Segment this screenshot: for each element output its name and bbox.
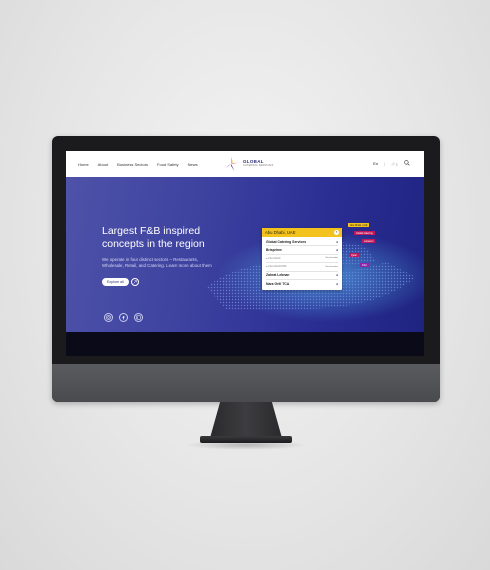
location-item[interactable]: Brisprime ● [266, 246, 338, 255]
location-title: Abu Dhabi, UAE [265, 230, 296, 235]
location-item-sub: ● Abu DHUF [266, 256, 281, 260]
nav-link-home[interactable]: Home [78, 162, 89, 167]
hero-section: Largest F&B inspired concepts in the reg… [66, 177, 424, 332]
close-icon[interactable]: × [334, 230, 339, 235]
location-item-name: Global Catering Services [266, 239, 307, 244]
instagram-icon[interactable] [104, 313, 113, 322]
nav-links: Home About Business Sectors Food Safety … [66, 162, 198, 167]
facebook-icon[interactable] [119, 313, 128, 322]
search-icon[interactable] [404, 160, 410, 166]
hero-description: We operate in four distinct sectors – Re… [102, 257, 212, 269]
brand-logo[interactable]: GLOBAL CATERING SERVICES [222, 155, 273, 173]
hero-title: Largest F&B inspired concepts in the reg… [102, 225, 205, 250]
view-location-link[interactable]: View location [325, 266, 338, 268]
pin-icon: ● [335, 239, 338, 244]
location-item[interactable]: ● Abu DHAR RNF View location [266, 263, 338, 272]
map-tag[interactable]: KSA [360, 263, 369, 268]
nav-link-food-safety[interactable]: Food Safety [157, 162, 179, 167]
linkedin-icon[interactable] [134, 313, 143, 322]
nav-link-about[interactable]: About [98, 162, 108, 167]
location-item[interactable]: Nara Grill TCA ● [266, 280, 338, 288]
site-navbar: Home About Business Sectors Food Safety … [66, 151, 424, 177]
pin-icon: ● [335, 282, 338, 287]
monitor-stand [210, 402, 282, 438]
location-popup-header: Abu Dhabi, UAE × [262, 228, 342, 237]
map-tag[interactable]: Global Catering [354, 231, 375, 236]
location-list: Global Catering Services ● Brisprime ● ●… [262, 237, 342, 289]
location-item[interactable]: ● Abu DHUF View location [266, 255, 338, 264]
monitor-screen: Home About Business Sectors Food Safety … [66, 151, 424, 356]
explore-all-button[interactable]: Explore all [102, 277, 139, 287]
nav-utilities: En | ع ك [373, 160, 410, 166]
language-separator: | [384, 160, 386, 166]
nav-link-business-sectors[interactable]: Business Sectors [117, 162, 148, 167]
screen-lower-area [66, 332, 424, 356]
language-arabic[interactable]: ع ك [391, 161, 398, 166]
map-tag[interactable]: Qatar [349, 253, 359, 258]
explore-all-label: Explore all [102, 278, 129, 286]
pin-icon: ● [335, 273, 338, 278]
view-location-link[interactable]: View location [325, 257, 338, 259]
location-item-name: Nara Grill TCA [266, 282, 290, 287]
map-tag[interactable]: Lebanon [362, 239, 376, 244]
scene: Home About Business Sectors Food Safety … [0, 0, 490, 570]
location-item[interactable]: Global Catering Services ● [266, 238, 338, 247]
monitor-chin [52, 364, 440, 402]
location-popup: Abu Dhabi, UAE × Global Catering Service… [262, 228, 342, 290]
brand-mark-icon [223, 156, 239, 172]
arrow-right-icon [130, 278, 139, 286]
nav-link-news[interactable]: News [188, 162, 198, 167]
monitor-foot [200, 436, 292, 443]
pin-icon: ● [335, 248, 338, 253]
location-item-name: Zahrat Lebnan [266, 273, 290, 278]
brand-subtitle: CATERING SERVICES [243, 164, 274, 168]
location-item-name: Brisprime [266, 248, 282, 253]
location-item[interactable]: Zahrat Lebnan ● [266, 272, 338, 280]
location-item-sub: ● Abu DHAR RNF [266, 265, 287, 269]
language-english[interactable]: En [373, 161, 378, 166]
social-links [104, 313, 143, 322]
map-tag[interactable]: Abu Dhabi, UAE [348, 223, 370, 228]
